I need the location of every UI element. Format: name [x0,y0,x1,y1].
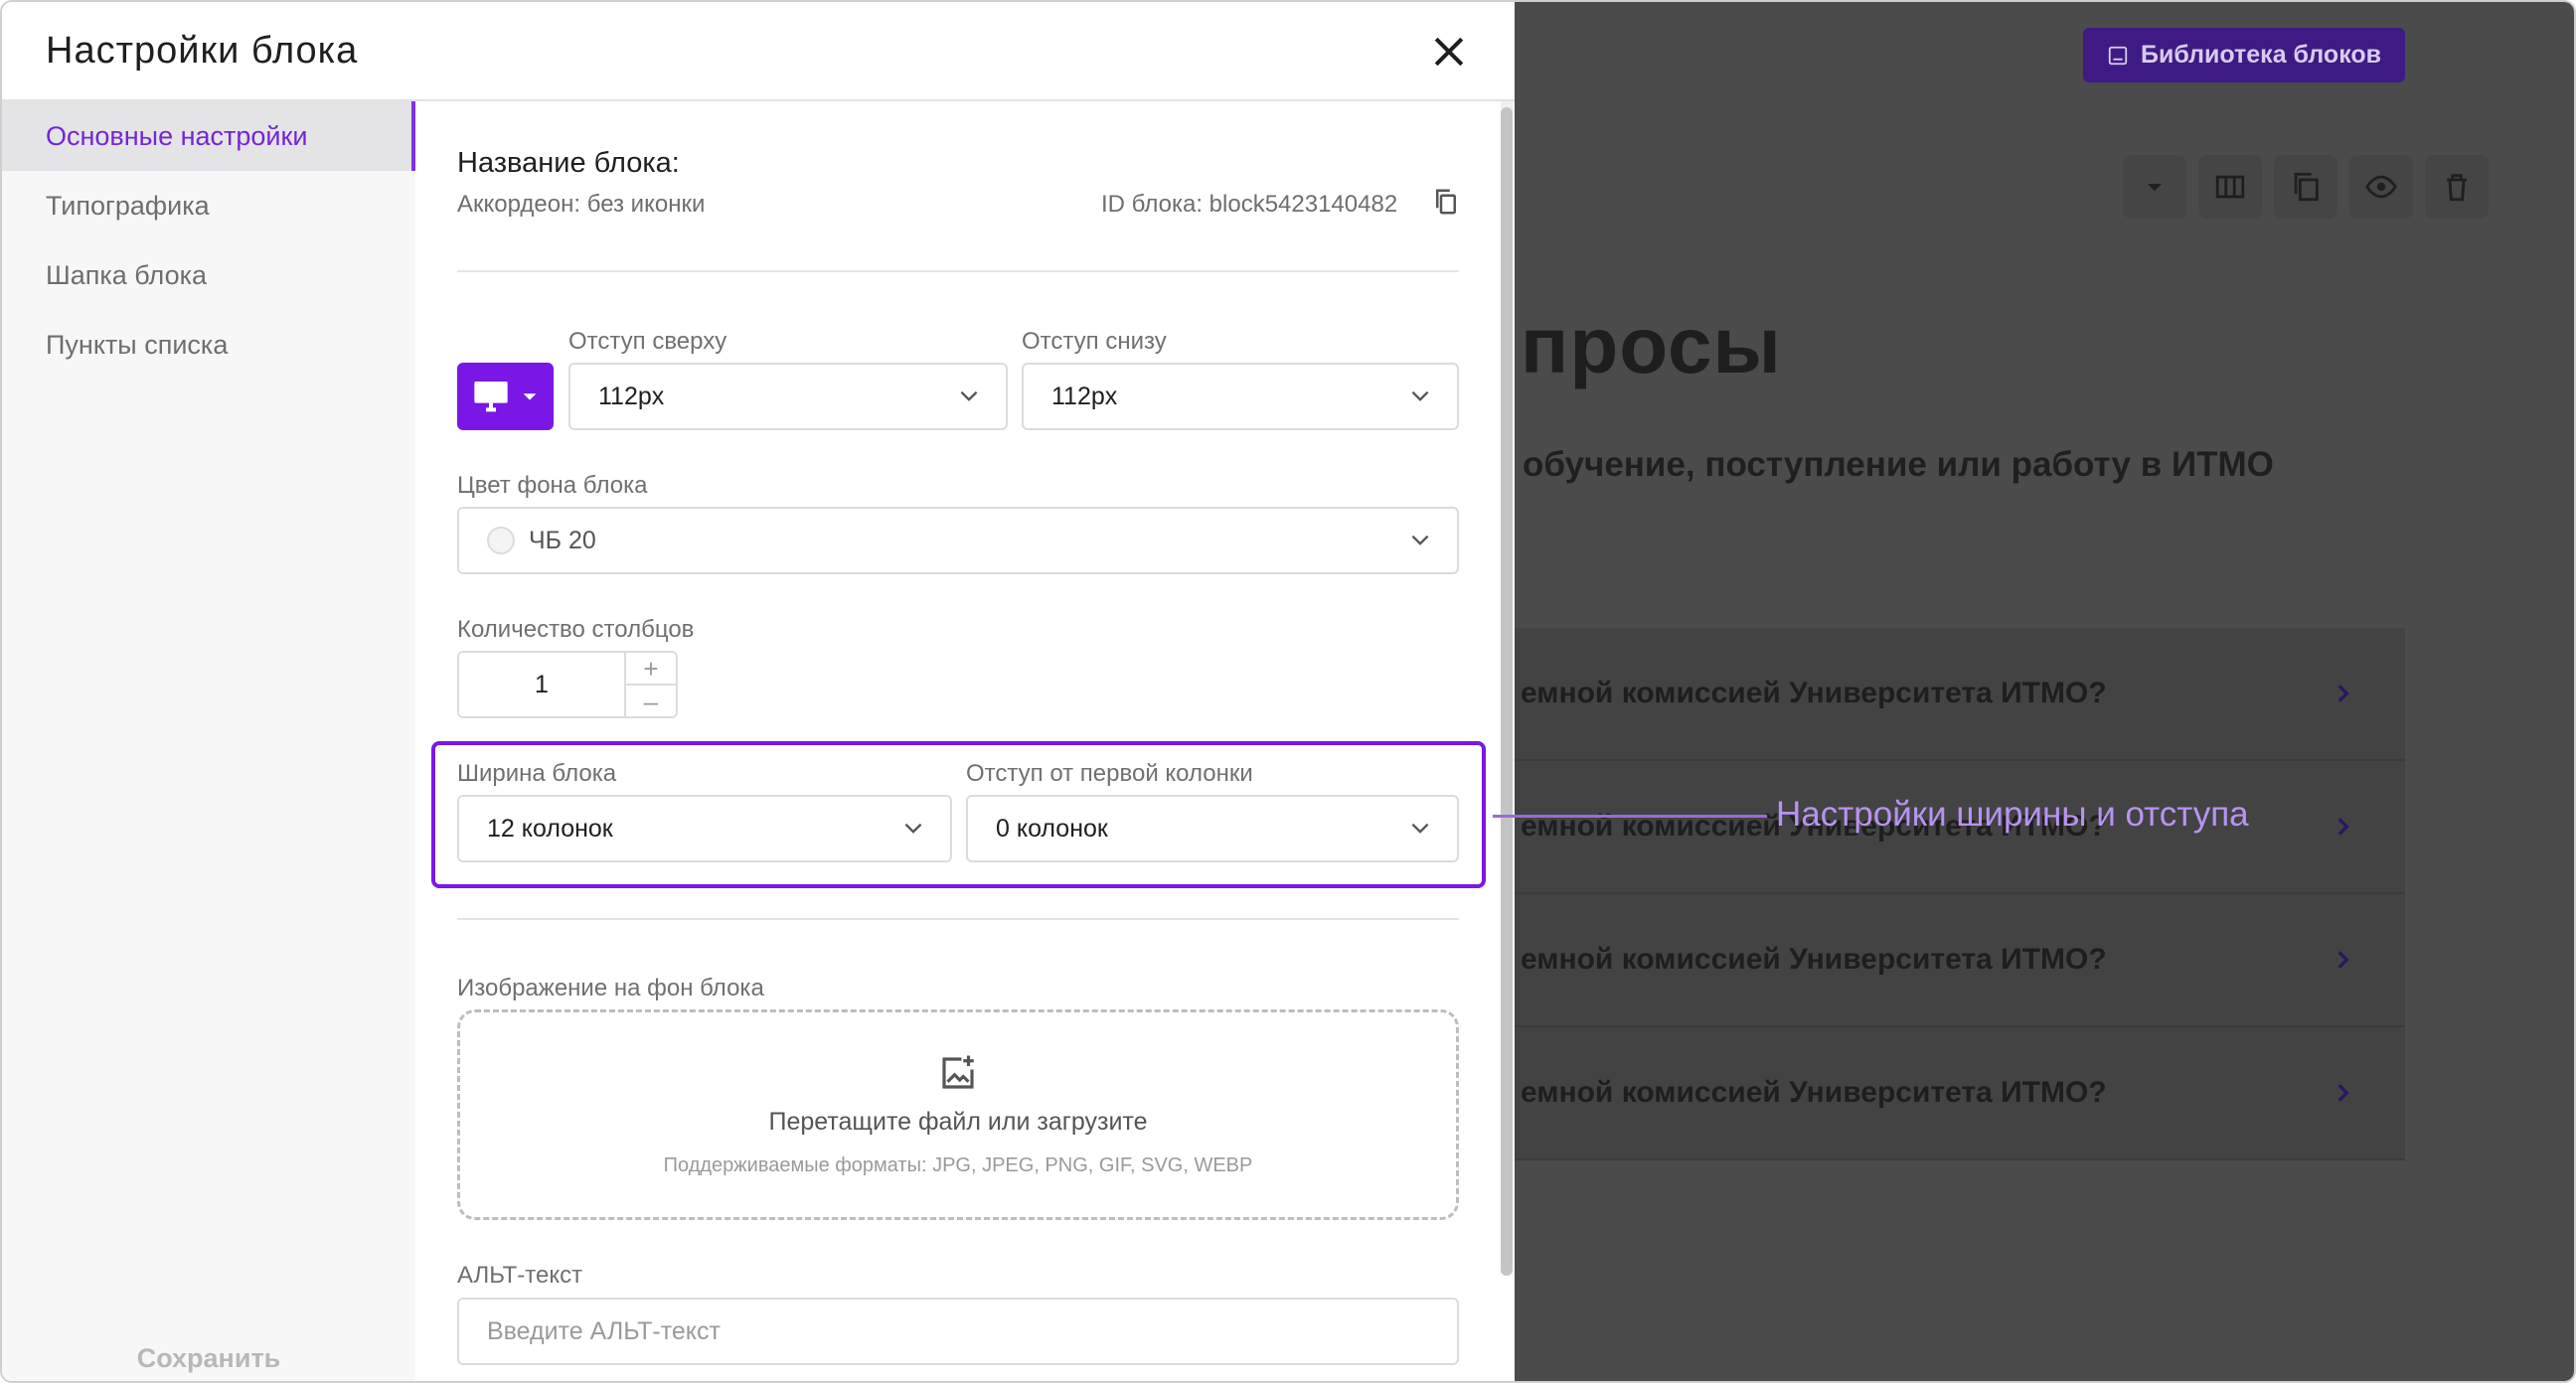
bg-color-value: ЧБ 20 [529,526,596,554]
delete-button[interactable] [2425,155,2489,219]
dropzone-title: Перетащите файл или загрузите [768,1108,1148,1136]
padding-bottom-select[interactable]: 112px [1022,363,1459,430]
offset-first-column-select[interactable]: 0 колонок [966,795,1459,862]
block-width-label: Ширина блока [457,760,617,787]
annotation-line [1493,815,1767,818]
background-subtitle: обучение, поступление или работу в ИТМО [1523,445,2274,484]
sidebar-item-list-items[interactable]: Пункты списка [2,310,415,380]
eye-icon [2365,175,2397,199]
block-width-select[interactable]: 12 колонок [457,795,952,862]
modal-title: Настройки блока [46,29,359,72]
increment-button[interactable]: + [626,653,676,686]
block-id: ID блока: block5423140482 [1101,191,1398,218]
scrollbar[interactable] [1501,101,1513,1276]
accordion-item[interactable]: емной комиссией Университета ИТМО? [1515,1027,2405,1160]
block-library-button[interactable]: Библиотека блоков [2083,28,2405,82]
accordion-item-text: емной комиссией Университета ИТМО? [1521,943,2107,976]
accordion-item[interactable]: емной комиссией Университета ИТМО? [1515,894,2405,1027]
accordion-item-text: емной комиссией Университета ИТМО? [1521,1076,2107,1109]
divider [457,270,1459,272]
padding-top-select[interactable]: 112px [568,363,1008,430]
columns-count-value[interactable]: 1 [459,653,626,716]
sidebar-item-header[interactable]: Шапка блока [2,240,415,310]
chevron-right-icon [2337,818,2349,836]
add-image-icon [942,1055,974,1089]
image-dropzone[interactable]: Перетащите файл или загрузите Поддержива… [457,1009,1459,1220]
accordion-item-text: емной комиссией Университета ИТМО? [1521,677,2107,709]
duplicate-icon [2294,172,2319,202]
padding-top-label: Отступ сверху [568,328,727,355]
copy-icon[interactable] [1431,187,1461,217]
columns-count-label: Количество столбцов [457,616,695,643]
block-settings-modal: Настройки блока Основные настройки Типог… [2,2,1515,1381]
padding-bottom-label: Отступ снизу [1022,328,1167,355]
trash-icon [2447,174,2467,202]
sidebar-item-basic[interactable]: Основные настройки [2,101,415,171]
caret-down-icon [523,393,536,400]
block-name-value: Аккордеон: без иконки [457,191,706,218]
block-name-label: Название блока: [457,147,680,179]
app-frame: Библиотека блоков просы обучение, поступ… [0,0,2576,1383]
alt-text-label: АЛЬТ-текст [457,1262,583,1289]
block-width-value: 12 колонок [487,814,613,843]
bg-color-select[interactable]: ЧБ 20 [457,507,1459,574]
block-dropdown-button[interactable] [2123,155,2186,219]
modal-header: Настройки блока [2,2,1515,101]
library-icon [2108,46,2128,65]
annotation-text: Настройки ширины и отступа [1776,795,2249,834]
visibility-button[interactable] [2349,155,2413,219]
decrement-button[interactable]: – [626,686,676,716]
chevron-down-icon [960,390,978,401]
columns-icon [2215,175,2245,199]
close-icon[interactable] [1427,30,1471,74]
chevron-down-icon [1411,535,1429,545]
save-button[interactable]: Сохранить [2,1343,415,1374]
accordion-item[interactable]: емной комиссией Университета ИТМО? [1515,628,2405,761]
chevron-down-icon [1411,390,1429,401]
padding-bottom-value: 112px [1051,382,1118,410]
duplicate-button[interactable] [2274,155,2337,219]
offset-first-column-label: Отступ от первой колонки [966,760,1253,787]
alt-text-input[interactable]: Введите АЛЬТ-текст [457,1298,1459,1365]
chevron-down-icon [1411,823,1429,834]
desktop-icon [473,382,508,412]
columns-button[interactable] [2198,155,2262,219]
caret-down-icon [2147,184,2163,192]
columns-count-stepper[interactable]: 1 + – [457,651,678,718]
background-accordion: емной комиссией Университета ИТМО? емной… [1515,628,2405,1160]
padding-top-value: 112px [598,382,665,410]
background-heading: просы [1521,301,1782,389]
device-select-button[interactable] [457,363,554,430]
offset-first-column-value: 0 колонок [996,814,1108,843]
bg-image-label: Изображение на фон блока [457,975,764,1001]
color-swatch [487,527,515,554]
sidebar-item-typography[interactable]: Типографика [2,171,415,240]
block-library-label: Библиотека блоков [2140,41,2382,69]
chevron-right-icon [2337,1084,2349,1102]
divider [457,918,1459,920]
bg-color-label: Цвет фона блока [457,472,648,499]
chevron-down-icon [904,823,922,834]
chevron-right-icon [2337,685,2349,702]
dropzone-formats: Поддерживаемые форматы: JPG, JPEG, PNG, … [663,1154,1253,1176]
settings-sidebar: Основные настройки Типографика Шапка бло… [2,101,415,1381]
scrollbar-thumb[interactable] [1501,107,1513,1276]
chevron-right-icon [2337,951,2349,969]
